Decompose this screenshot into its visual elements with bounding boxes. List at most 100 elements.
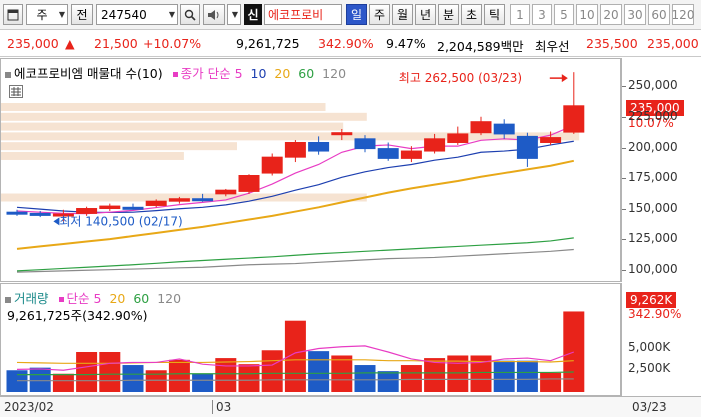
- history-button[interactable]: 전: [71, 4, 93, 25]
- price-change: 21,500: [94, 36, 138, 51]
- period-tab-3[interactable]: 년: [415, 4, 436, 25]
- trade-amount: 2,204,589백만: [437, 39, 524, 54]
- volume-chart-panel[interactable]: 거래량 단순 5 20 60 120 9,261,725주(342.90%): [0, 283, 621, 396]
- price-tick-label: 250,000: [628, 78, 678, 93]
- volume-bar: [215, 358, 237, 392]
- period-tab-2[interactable]: 월: [392, 4, 413, 25]
- volume-bar: [516, 360, 538, 392]
- ma-period-60: 60: [298, 66, 315, 81]
- date-end: 03/23: [632, 400, 667, 414]
- market-select[interactable]: 주: [26, 4, 68, 25]
- best-ask-label: 최우선: [535, 39, 570, 54]
- ma120-line: [16, 248, 574, 273]
- interval-button-60[interactable]: 60: [648, 4, 670, 25]
- ma-dot-icon: [58, 297, 64, 302]
- new-listing-badge-label: 신: [247, 8, 259, 22]
- stock-name-value: 에코프로비: [268, 8, 324, 22]
- speaker-dropdown[interactable]: [227, 4, 241, 25]
- volume-bar: [52, 373, 74, 392]
- interval-button-20[interactable]: 20: [600, 4, 622, 25]
- price-tick-label: 175,000: [628, 170, 678, 185]
- price-tick-label: 200,000: [628, 139, 678, 154]
- price-tick-mark: [622, 178, 626, 180]
- period-tab-5[interactable]: 초: [461, 4, 482, 25]
- volume-bar: [238, 364, 260, 392]
- price-axis: 235,000 10.07% 250,000 225,000 200,000 175,…: [621, 58, 701, 282]
- candle-body: [470, 121, 492, 134]
- candle-body: [424, 138, 446, 152]
- interval-button-10[interactable]: 10: [576, 4, 598, 25]
- price-tick-mark: [622, 269, 626, 271]
- candle-body: [6, 211, 28, 215]
- volume-ma-period-5: 5: [93, 291, 102, 306]
- price-tick-mark: [622, 117, 626, 119]
- price-tick-label: 225,000: [628, 109, 678, 124]
- search-icon[interactable]: [180, 4, 200, 25]
- volume-bar: [29, 367, 51, 392]
- candle-body: [29, 212, 51, 216]
- stock-name-field[interactable]: 에코프로비: [264, 4, 342, 25]
- new-listing-badge: 신: [244, 4, 262, 25]
- candle-body: [331, 132, 353, 136]
- interval-button-5[interactable]: 5: [554, 4, 574, 25]
- ma-period-5: 5: [234, 66, 243, 81]
- volume-bar: [377, 371, 399, 392]
- quote-bar: 235,000 ▲ 21,500 +10.07% 9,261,725 342.9…: [0, 30, 701, 57]
- period-tab-6[interactable]: 틱: [484, 4, 505, 25]
- volume-profile-bar: [1, 112, 367, 121]
- volume-bar: [493, 360, 515, 392]
- candle-body: [377, 148, 399, 159]
- volume-pct-label: 342.90%: [628, 307, 682, 321]
- stock-code-input[interactable]: 247540: [96, 4, 178, 25]
- square-icon: [5, 296, 11, 303]
- price-chart[interactable]: 최고 262,500 (03/23) 최저 140,500 (02/17): [1, 59, 620, 281]
- up-arrow-icon: ▲: [65, 36, 75, 51]
- high-annotation: 최고 262,500 (03/23): [399, 71, 522, 85]
- period-tab-1[interactable]: 주: [369, 4, 390, 25]
- volume-ma-period-20: 20: [109, 291, 126, 306]
- candle-body: [99, 205, 121, 210]
- volume-current-value: 9,261,725주(342.90%): [7, 308, 148, 323]
- ma-title: 종가 단순: [180, 66, 231, 81]
- price-tick-label: 100,000: [628, 261, 678, 276]
- speaker-icon[interactable]: [203, 4, 225, 25]
- volume-profile-bar: [1, 142, 237, 151]
- candle-body: [540, 137, 562, 143]
- volume-bar: [540, 372, 562, 392]
- turnover-ratio: 9.47%: [386, 36, 426, 51]
- ma-period-120: 120: [322, 66, 347, 81]
- interval-button-1[interactable]: 1: [510, 4, 530, 25]
- price-tick-mark: [622, 147, 626, 149]
- candle-body: [493, 123, 515, 135]
- volume-tick-label: 2,500K: [628, 361, 671, 376]
- candle-body: [284, 141, 306, 158]
- trade-volume: 9,261,725: [236, 36, 300, 51]
- volume-bar: [99, 352, 121, 392]
- price-chart-panel[interactable]: 최고 262,500 (03/23) 최저 140,500 (02/17) 에코프…: [0, 58, 621, 282]
- price-tick-mark: [622, 208, 626, 210]
- volume-bar: [192, 373, 214, 392]
- candle-body: [308, 141, 330, 152]
- period-tab-0[interactable]: 일: [346, 4, 367, 25]
- grid-icon[interactable]: [9, 85, 23, 98]
- candle-body: [215, 189, 237, 195]
- price-tick-mark: [622, 86, 626, 88]
- volume-axis: 9,262K 342.90% 5,000K 2,500K: [621, 283, 701, 396]
- period-tab-4[interactable]: 분: [438, 4, 459, 25]
- low-annotation: 최저 140,500 (02/17): [59, 214, 182, 228]
- ma-period-10: 10: [250, 66, 267, 81]
- interval-button-120[interactable]: 120: [672, 4, 694, 25]
- best-bid-price: 235,000: [647, 36, 699, 51]
- window-icon[interactable]: [3, 4, 23, 25]
- interval-button-30[interactable]: 30: [624, 4, 646, 25]
- candle-body: [145, 200, 167, 206]
- candle-body: [516, 135, 538, 159]
- interval-button-3[interactable]: 3: [532, 4, 552, 25]
- volume-ma-period-120: 120: [157, 291, 182, 306]
- current-volume-tag: 9,262K: [626, 292, 677, 308]
- price-panel-legend: 에코프로비엠 매물대 수(10) 종가 단순 5 10 20 60 120: [5, 63, 346, 82]
- high-arrow-head-icon: [561, 74, 568, 83]
- current-price: 235,000: [7, 36, 59, 51]
- volume-profile-bar: [1, 103, 326, 112]
- candle-body: [168, 198, 190, 202]
